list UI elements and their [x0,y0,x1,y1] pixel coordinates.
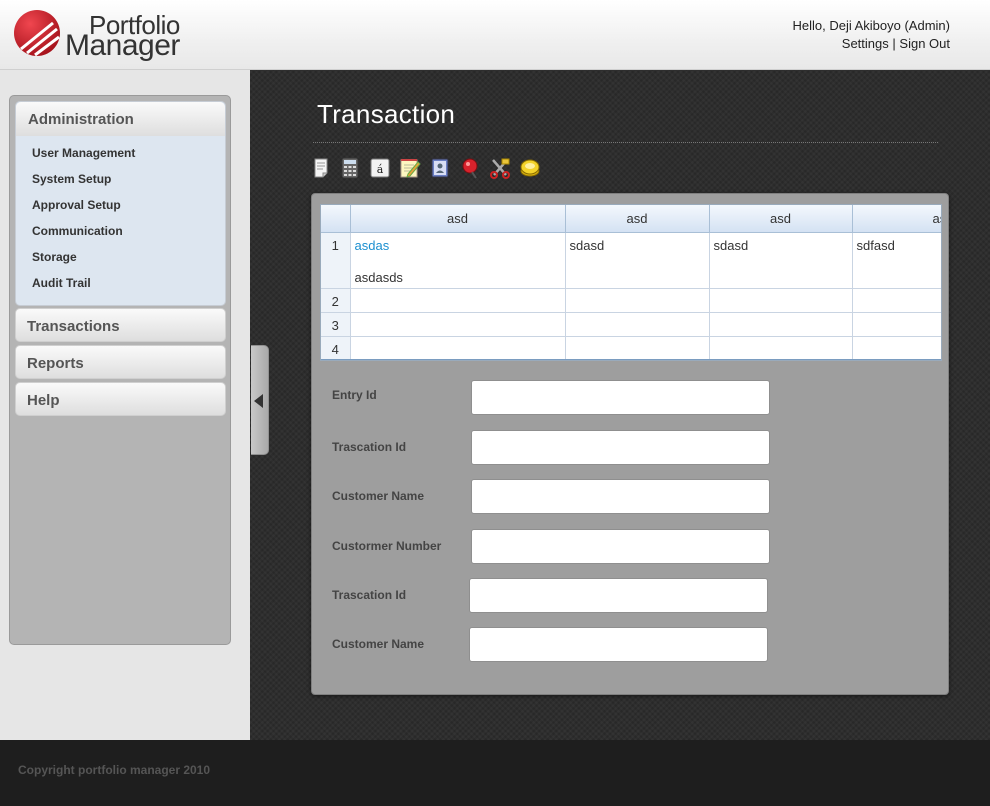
edit-note-icon[interactable] [399,157,421,179]
section-administration: Administration User Management System Se… [15,101,226,306]
transaction-id-label: Trascation Id [332,440,407,454]
customer-name-label: Customer Name [332,489,425,503]
copyright-text: Copyright portfolio manager 2010 [18,763,211,777]
footer: Copyright portfolio manager 2010 [0,740,990,806]
grid-cell[interactable] [852,312,941,337]
column-header[interactable]: as [852,205,941,233]
logo-text-manager: Manager [65,29,180,62]
calculator-icon[interactable] [339,157,361,179]
coins-icon[interactable] [519,157,541,179]
grid-cell[interactable] [852,288,941,313]
grid-cell[interactable]: sdasd [565,232,710,289]
sidebar-collapse-toggle[interactable] [251,345,269,455]
grid-cell[interactable]: sdasd [709,232,853,289]
entry-id-input[interactable] [471,380,770,415]
pushpin-icon[interactable] [459,157,481,179]
table-row[interactable]: 3 [321,312,941,337]
row-number: 1 [321,232,351,289]
notepad-icon[interactable] [311,157,333,179]
customer-name-label: Customer Name [332,637,425,651]
menu-item-approval-setup[interactable]: Approval Setup [16,192,225,218]
section-help[interactable]: Help [15,382,226,416]
section-reports[interactable]: Reports [15,345,226,379]
header: Portfolio Manager Hello, Deji Akiboyo (A… [0,0,990,70]
menu-item-system-setup[interactable]: System Setup [16,166,225,192]
column-header[interactable]: asd [709,205,853,233]
grid-cell-subtext: asdasds [354,269,403,285]
menu-item-audit-trail[interactable]: Audit Trail [16,270,225,296]
arrow-left-icon [254,394,263,408]
customer-number-input[interactable] [471,529,770,564]
logo-mark-icon [14,10,60,57]
font-icon[interactable]: á [369,157,391,179]
section-transactions[interactable]: Transactions [15,308,226,342]
grid-cell[interactable] [709,312,853,337]
logo[interactable]: Portfolio Manager [13,9,203,62]
customer-number-label: Custormer Number [332,539,442,553]
grid-cell[interactable] [852,336,941,360]
svg-text:á: á [377,163,384,176]
customer-name-input[interactable] [471,479,770,514]
form-row-customer-number: Custormer Number [312,529,950,565]
customer-name-input-2[interactable] [469,627,768,662]
row-number: 4 [321,336,351,360]
row-number: 3 [321,312,351,337]
sign-out-link[interactable]: Sign Out [899,36,950,51]
user-area: Hello, Deji Akiboyo (Admin) Settings | S… [792,17,950,53]
page-title: Transaction [317,99,456,129]
grid-cell[interactable] [350,336,566,360]
cut-icon[interactable] [489,157,511,179]
grid-cell[interactable] [565,336,710,360]
table-row[interactable]: 4 [321,336,941,360]
grid-cell[interactable] [709,336,853,360]
menu-item-storage[interactable]: Storage [16,244,225,270]
menu-item-user-management[interactable]: User Management [16,140,225,166]
address-book-icon[interactable] [429,157,451,179]
row-number: 2 [321,288,351,313]
grid-cell[interactable] [565,288,710,313]
entry-id-label: Entry Id [332,388,377,402]
link-separator: | [892,36,896,51]
grid-cell-link[interactable]: asdas [355,238,390,253]
greeting: Hello, Deji Akiboyo (Admin) [792,18,950,33]
column-header[interactable]: asd [350,205,566,233]
form-row-entry-id: Entry Id [312,380,950,416]
table-row[interactable]: 1 asdas asdasds sdasd sdasd sdfasd [321,232,941,289]
grid-cell[interactable]: asdas asdasds [350,232,566,289]
administration-menu: User Management System Setup Approval Se… [16,136,225,296]
form-row-transaction-id: Trascation Id [312,430,950,466]
transaction-grid: asd asd asd as 1 asdas asdasds sdasd sda… [320,204,942,361]
settings-link[interactable]: Settings [842,36,889,51]
column-header[interactable]: asd [565,205,710,233]
menu-item-communication[interactable]: Communication [16,218,225,244]
transaction-id-input[interactable] [471,430,770,465]
sidebar: Administration User Management System Se… [9,95,231,645]
form-row-transaction-id-2: Trascation Id [312,578,950,614]
table-row[interactable]: 2 [321,288,941,313]
transaction-id-input-2[interactable] [469,578,768,613]
transaction-panel: asd asd asd as 1 asdas asdasds sdasd sda… [311,193,949,695]
title-divider [313,142,938,143]
grid-cell[interactable] [350,288,566,313]
grid-cell[interactable] [709,288,853,313]
form-row-customer-name: Customer Name [312,479,950,515]
grid-cell[interactable]: sdfasd [852,232,941,289]
grid-cell[interactable] [350,312,566,337]
section-administration-header[interactable]: Administration [16,102,225,136]
grid-header-row: asd asd asd as [321,205,941,233]
form-row-customer-name-2: Customer Name [312,627,950,663]
row-number-header [321,205,351,233]
transaction-id-label: Trascation Id [332,588,407,602]
grid-cell[interactable] [565,312,710,337]
